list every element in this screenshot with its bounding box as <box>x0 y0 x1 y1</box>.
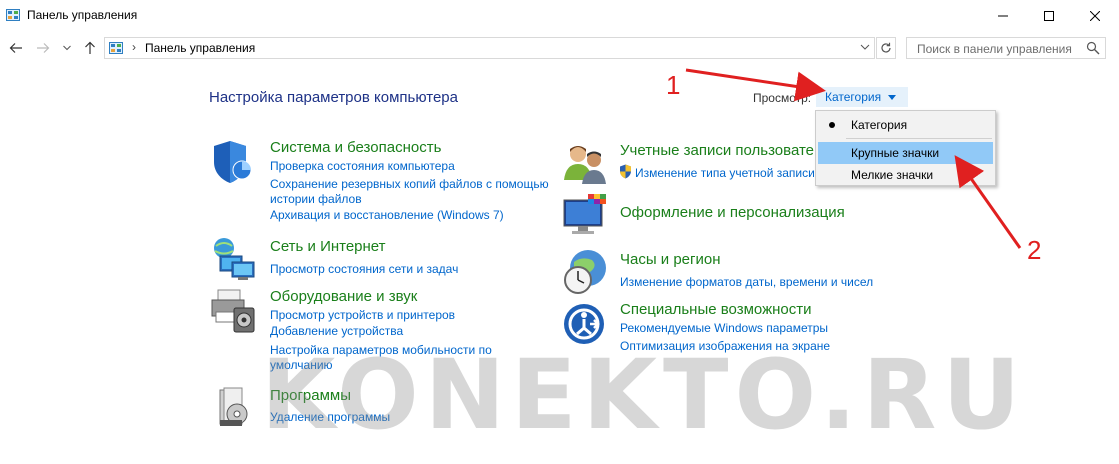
watermark: KONEKTO.RU <box>261 339 1027 451</box>
annotation-arrow-2 <box>954 155 1022 249</box>
annotation-arrow-1 <box>685 68 826 102</box>
